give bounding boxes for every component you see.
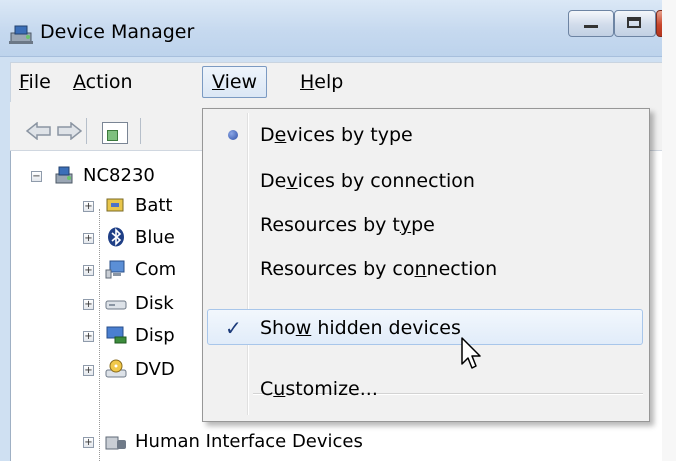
tree-item-label: Human Interface Devices: [135, 431, 363, 452]
dvd-drive-icon: [105, 359, 127, 378]
disk-drive-icon: [105, 300, 127, 310]
forward-arrow-icon[interactable]: [56, 122, 82, 140]
display-adapter-icon: [106, 326, 127, 344]
expand-icon[interactable]: +: [83, 437, 94, 448]
device-manager-icon: [9, 25, 33, 44]
computer-root-icon: [55, 166, 73, 184]
menu-help[interactable]: Help: [300, 71, 343, 93]
menu-item-customize[interactable]: Customize...: [207, 371, 643, 407]
menu-item-devices-by-type[interactable]: Devices by type: [207, 117, 643, 153]
expand-icon[interactable]: +: [83, 299, 94, 310]
menu-file[interactable]: File: [19, 71, 51, 93]
window-title: Device Manager: [40, 21, 195, 43]
tree-root-label: NC8230: [83, 165, 155, 186]
properties-icon[interactable]: [102, 122, 128, 144]
menu-view[interactable]: View: [202, 66, 268, 98]
expand-icon[interactable]: +: [83, 201, 94, 212]
tree-connector-line: [99, 209, 100, 461]
maximize-button[interactable]: [614, 10, 656, 37]
expand-icon[interactable]: +: [83, 331, 94, 342]
minimize-icon: [584, 25, 598, 28]
battery-icon: [106, 198, 124, 212]
view-menu-dropdown: Devices by type Devices by connection Re…: [202, 108, 650, 422]
hid-icon: [105, 436, 126, 450]
expand-icon[interactable]: +: [83, 233, 94, 244]
checkmark-icon: ✓: [225, 316, 242, 340]
toolbar-separator: [140, 118, 141, 144]
menu-bar: File Action View Help: [10, 62, 664, 104]
collapse-icon[interactable]: −: [31, 171, 42, 182]
menu-item-resources-by-type[interactable]: Resources by type: [207, 207, 643, 243]
bluetooth-icon: [108, 227, 124, 247]
menu-action[interactable]: Action: [73, 71, 133, 93]
toolbar-separator: [86, 118, 87, 144]
menu-item-resources-by-connection[interactable]: Resources by connection: [207, 251, 643, 287]
maximize-icon: [627, 17, 641, 28]
back-arrow-icon[interactable]: [26, 122, 52, 140]
menu-item-show-hidden-devices[interactable]: ✓ Show hidden devices: [207, 309, 643, 345]
computer-icon: [105, 260, 125, 279]
window-edge: [662, 0, 676, 461]
minimize-button[interactable]: [568, 10, 614, 37]
title-bar[interactable]: Device Manager: [0, 0, 676, 57]
expand-icon[interactable]: +: [83, 365, 94, 376]
menu-item-devices-by-connection[interactable]: Devices by connection: [207, 163, 643, 199]
mouse-pointer-icon: [461, 337, 481, 369]
expand-icon[interactable]: +: [83, 265, 94, 276]
radio-selected-icon: [228, 130, 238, 140]
